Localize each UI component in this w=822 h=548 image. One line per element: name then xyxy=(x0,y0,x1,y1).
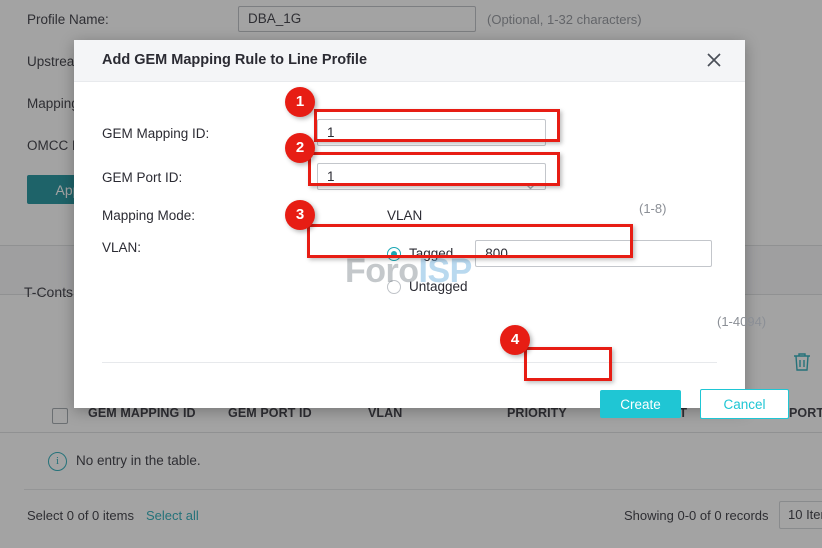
dialog-body: GEM Mapping ID: 1 (1-8) GEM Port ID: 1 M… xyxy=(74,82,745,363)
radio-untagged-label: Untagged xyxy=(409,279,468,294)
dialog-title: Add GEM Mapping Rule to Line Profile xyxy=(102,52,367,68)
label-vlan: VLAN: xyxy=(102,240,141,255)
create-button[interactable]: Create xyxy=(600,390,681,418)
vlan-untagged-row: Untagged xyxy=(387,279,468,294)
label-gem-mapping-id: GEM Mapping ID: xyxy=(102,126,209,141)
mapping-mode-value: VLAN xyxy=(387,208,422,223)
vlan-value-input[interactable]: 800 xyxy=(475,240,712,267)
close-icon[interactable] xyxy=(703,49,725,71)
cancel-button[interactable]: Cancel xyxy=(700,389,789,419)
gem-mapping-id-input[interactable]: 1 xyxy=(317,119,546,146)
chevron-down-icon xyxy=(525,173,536,180)
gem-port-id-select[interactable]: 1 xyxy=(317,163,546,190)
label-gem-port-id: GEM Port ID: xyxy=(102,170,182,185)
dialog-footer-divider xyxy=(102,362,717,363)
label-mapping-mode: Mapping Mode: xyxy=(102,208,195,223)
app-root: Profile Name: Upstream Mapping OMCC E DB… xyxy=(0,0,822,548)
gem-mapping-id-hint: (1-8) xyxy=(639,201,666,216)
dialog-header: Add GEM Mapping Rule to Line Profile xyxy=(74,40,745,82)
add-gem-mapping-rule-dialog: Add GEM Mapping Rule to Line Profile GEM… xyxy=(74,40,745,408)
vlan-hint: (1-4094) xyxy=(717,314,766,329)
radio-tagged[interactable] xyxy=(387,247,401,261)
gem-port-id-value: 1 xyxy=(327,169,335,184)
vlan-tagged-row: Tagged 800 xyxy=(387,240,712,267)
radio-tagged-label: Tagged xyxy=(409,246,453,261)
radio-untagged[interactable] xyxy=(387,280,401,294)
